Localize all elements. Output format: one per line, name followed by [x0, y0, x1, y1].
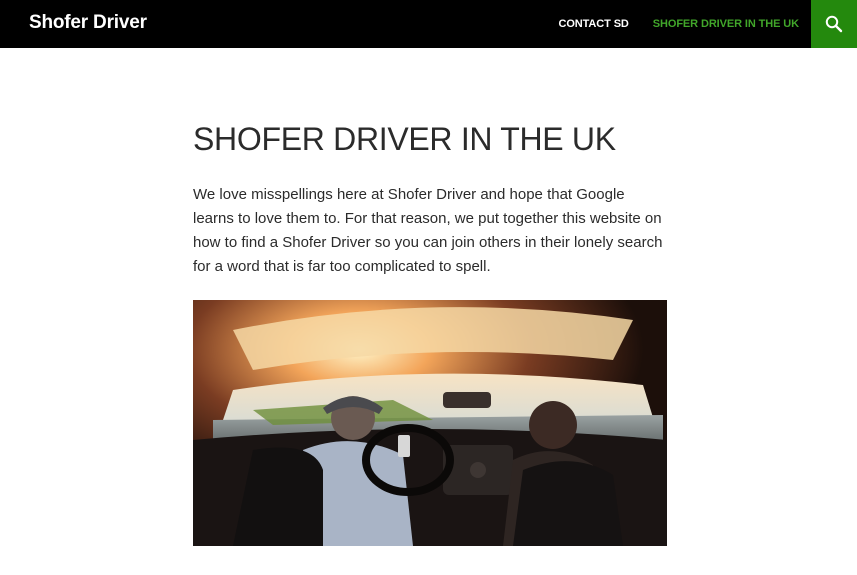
car-interior-photo — [193, 300, 667, 546]
page-title: SHOFER DRIVER IN THE UK — [193, 121, 616, 157]
car-interior-illustration — [193, 300, 667, 546]
page-content: SHOFER DRIVER IN THE UK We love misspell… — [193, 118, 667, 279]
intro-paragraph: We love misspellings here at Shofer Driv… — [193, 186, 663, 275]
primary-nav: CONTACT SD SHOFER DRIVER IN THE UK — [558, 0, 811, 48]
nav-item-shofer-driver-uk[interactable]: SHOFER DRIVER IN THE UK — [653, 18, 799, 30]
site-header: Shofer Driver CONTACT SD SHOFER DRIVER I… — [0, 0, 857, 48]
nav-item-contact[interactable]: CONTACT SD — [558, 18, 628, 30]
search-icon — [825, 15, 843, 33]
search-button[interactable] — [811, 0, 857, 48]
site-title-link[interactable]: Shofer Driver — [29, 12, 147, 34]
